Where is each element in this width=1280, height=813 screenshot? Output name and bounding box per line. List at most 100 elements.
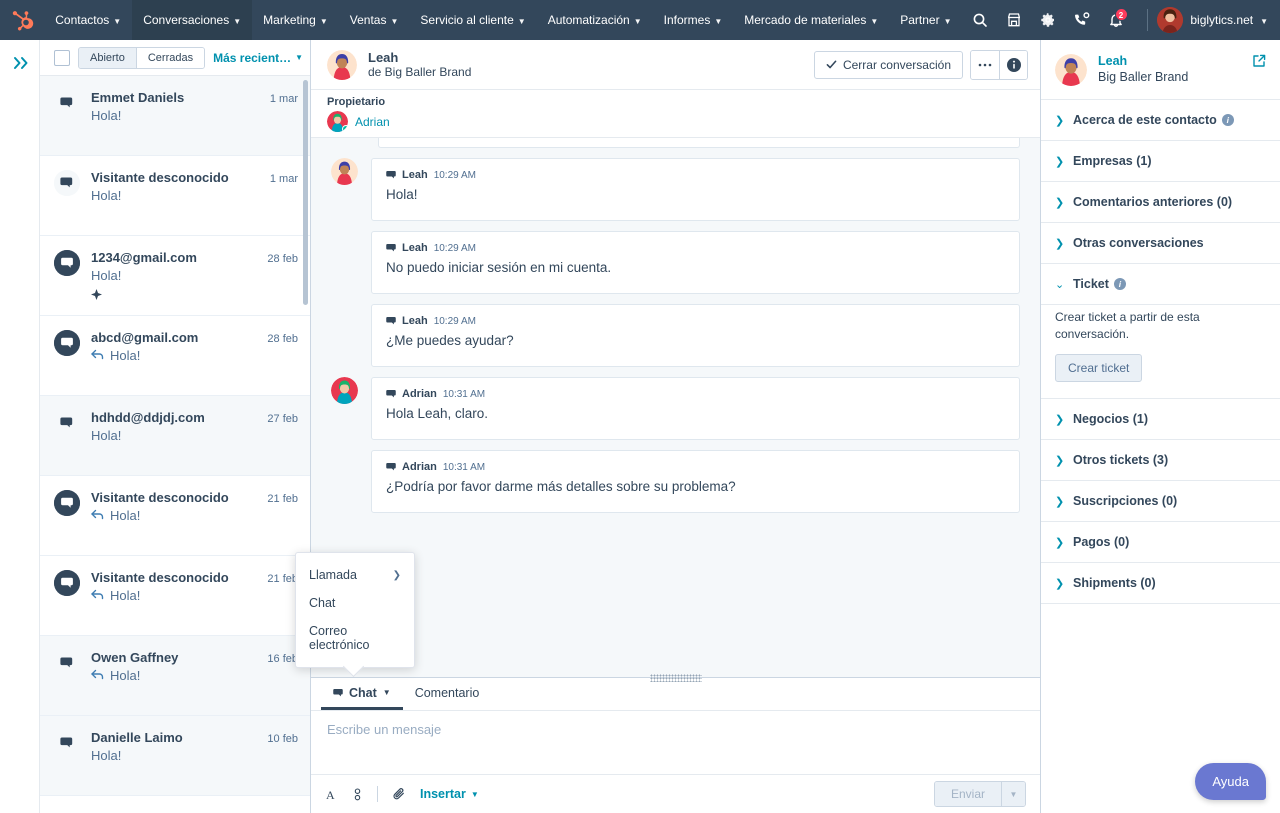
insert-dropdown[interactable]: Insertar ▼ [420, 787, 479, 801]
message-text: No puedo iniciar sesión en mi cuenta. [386, 260, 612, 275]
send-button[interactable]: Enviar [934, 782, 1001, 806]
conversation-list-item[interactable]: Visitante desconocido 1 mar Hola! [40, 156, 310, 236]
sidebar-contact-company: Big Baller Brand [1098, 70, 1189, 84]
popup-menu-item-label: Llamada [309, 568, 357, 582]
conversation-list-item[interactable]: abcd@gmail.com 28 feb Hola! [40, 316, 310, 396]
conversation-list-item[interactable]: Owen Gaffney 16 feb Hola! [40, 636, 310, 716]
message-list[interactable]: Leah 10:29 AM Hola! Leah 10:29 AM No puedo in… [311, 138, 1040, 677]
attachment-icon[interactable] [392, 787, 406, 801]
nav-item-mercado-de-materiales[interactable]: Mercado de materiales ▼ [733, 0, 889, 40]
marketplace-icon[interactable] [997, 0, 1031, 40]
chevron-down-icon: ⌄ [1055, 278, 1065, 291]
message-time: 10:29 AM [433, 242, 476, 254]
list-scrollbar[interactable] [303, 80, 308, 305]
chat-bubble-icon [333, 688, 343, 696]
search-icon[interactable] [963, 0, 997, 40]
nav-item-partner[interactable]: Partner ▼ [889, 0, 962, 40]
sidebar-section-suscripciones-0[interactable]: ❯ Suscripciones (0) [1041, 481, 1280, 522]
sidebar-section-pagos-0[interactable]: ❯ Pagos (0) [1041, 522, 1280, 563]
message-row: Leah 10:29 AM No puedo iniciar sesión en m… [331, 231, 1020, 294]
format-icon[interactable] [352, 787, 363, 801]
sidebar-section-otras-conversaciones[interactable]: ❯ Otras conversaciones [1041, 223, 1280, 264]
conversation-preview: Hola! [91, 188, 122, 203]
sidebar-section-comentarios-anteriores-0[interactable]: ❯ Comentarios anteriores (0) [1041, 182, 1280, 223]
filter-cerradas[interactable]: Cerradas [135, 47, 205, 68]
notification-badge: 2 [1114, 8, 1128, 21]
sidebar-section-otros-tickets-3[interactable]: ❯ Otros tickets (3) [1041, 440, 1280, 481]
conversation-avatar [54, 170, 80, 196]
close-conversation-button[interactable]: Cerrar conversación [813, 50, 963, 79]
conversation-list-item[interactable]: Emmet Daniels 1 mar Hola! [40, 76, 310, 156]
font-icon[interactable]: A [325, 788, 338, 801]
sidebar-section-shipments-0[interactable]: ❯ Shipments (0) [1041, 563, 1280, 604]
thread-header-actions: Cerrar conversación [813, 49, 1028, 80]
conversation-preview: Hola! [91, 268, 122, 283]
composer-resize-handle[interactable] [649, 674, 702, 682]
thread-icon-button-group [970, 49, 1028, 80]
popup-menu-item[interactable]: Correo electrónico [296, 617, 414, 659]
popup-menu-item[interactable]: Chat [296, 589, 414, 617]
sidebar-section-label: Otras conversaciones [1073, 236, 1204, 250]
thread-header: Leah de Big Baller Brand Cerrar conversa… [311, 40, 1040, 90]
nav-item-contactos[interactable]: Contactos ▼ [44, 0, 132, 40]
contact-avatar [327, 49, 357, 80]
sidebar-contact-text: Leah Big Baller Brand [1098, 54, 1188, 84]
conversation-item-body: Visitante desconocido 21 feb Hola! [91, 570, 298, 635]
message-time: 10:29 AM [433, 315, 476, 327]
sidebar-section-acerca-de-este-contacto[interactable]: ❯ Acerca de este contacto i [1041, 100, 1280, 141]
message-bubble: Leah 10:29 AM No puedo iniciar sesión en m… [371, 231, 1020, 294]
conversation-avatar [54, 570, 80, 596]
channel-type-popup-menu[interactable]: Llamada ❯ Chat Correo electrónico [295, 552, 415, 668]
ellipsis-icon[interactable] [971, 50, 999, 79]
nav-item-label: Servicio al cliente [420, 13, 514, 27]
info-circle-icon[interactable] [999, 50, 1027, 79]
owner-name-link[interactable]: Adrian [355, 115, 390, 129]
nav-item-automatizaci-n[interactable]: Automatización ▼ [537, 0, 653, 40]
hubspot-logo-icon[interactable] [0, 8, 44, 32]
conversation-list-item[interactable]: Visitante desconocido 21 feb Hola! [40, 476, 310, 556]
sidebar-contact-name[interactable]: Leah [1098, 54, 1188, 68]
select-all-checkbox[interactable] [54, 49, 70, 66]
conversation-list-scroll[interactable]: Emmet Daniels 1 mar Hola! Visitante descono… [40, 76, 310, 813]
nav-item-ventas[interactable]: Ventas ▼ [339, 0, 410, 40]
filter-abierto[interactable]: Abierto [79, 47, 136, 68]
message-author: Leah [402, 242, 428, 254]
nav-item-servicio-al-cliente[interactable]: Servicio al cliente ▼ [409, 0, 536, 40]
composer-tab-comentario[interactable]: Comentario [403, 678, 492, 710]
owner-row[interactable]: Adrian [327, 111, 1024, 132]
sidebar-section-negocios-1[interactable]: ❯ Negocios (1) [1041, 399, 1280, 440]
conversation-name: Owen Gaffney [91, 650, 179, 665]
conversation-item-body: Emmet Daniels 1 mar Hola! [91, 90, 298, 155]
help-button[interactable]: Ayuda [1195, 763, 1266, 800]
sidebar-section-ticket[interactable]: ⌄ Ticket i [1041, 264, 1280, 305]
conversation-name: Danielle Laimo [91, 730, 183, 745]
conversation-item-body: Visitante desconocido 21 feb Hola! [91, 490, 298, 555]
info-icon[interactable]: i [1113, 278, 1126, 290]
account-menu[interactable]: biglytics.net ▼ [1155, 7, 1280, 33]
popup-menu-item[interactable]: Llamada ❯ [296, 561, 414, 589]
conversation-list-item[interactable]: 1234@gmail.com 28 feb Hola! [40, 236, 310, 316]
double-chevron-right-icon[interactable] [10, 52, 32, 74]
conversation-list-item[interactable]: hdhdd@ddjdj.com 27 feb Hola! [40, 396, 310, 476]
gear-icon[interactable] [1031, 0, 1065, 40]
notifications-icon[interactable]: 2 [1099, 0, 1133, 40]
external-link-icon[interactable] [1252, 54, 1266, 73]
send-options-chevron-icon[interactable]: ▼ [1001, 782, 1025, 806]
nav-item-conversaciones[interactable]: Conversaciones ▼ [132, 0, 253, 40]
conversation-item-body: Danielle Laimo 10 feb Hola! [91, 730, 298, 795]
sort-dropdown[interactable]: Más recient… ▼ [213, 51, 303, 65]
nav-item-informes[interactable]: Informes ▼ [653, 0, 734, 40]
composer-tab-chat[interactable]: Chat ▼ [321, 678, 403, 710]
conversation-avatar [54, 410, 80, 436]
chevron-down-icon: ▼ [390, 16, 399, 26]
conversation-list-item[interactable]: Visitante desconocido 21 feb Hola! [40, 556, 310, 636]
sidebar-section-empresas-1[interactable]: ❯ Empresas (1) [1041, 141, 1280, 182]
thread-contact-company: de Big Baller Brand [368, 64, 472, 79]
conversation-list-item[interactable]: Danielle Laimo 10 feb Hola! [40, 716, 310, 796]
message-input[interactable]: Escribe un mensaje [311, 711, 1040, 774]
nav-item-marketing[interactable]: Marketing ▼ [252, 0, 339, 40]
create-ticket-button[interactable]: Crear ticket [1055, 354, 1143, 382]
info-icon[interactable]: i [1221, 114, 1234, 126]
composer-tab-label: Chat [349, 685, 377, 700]
calling-icon[interactable] [1065, 0, 1099, 40]
